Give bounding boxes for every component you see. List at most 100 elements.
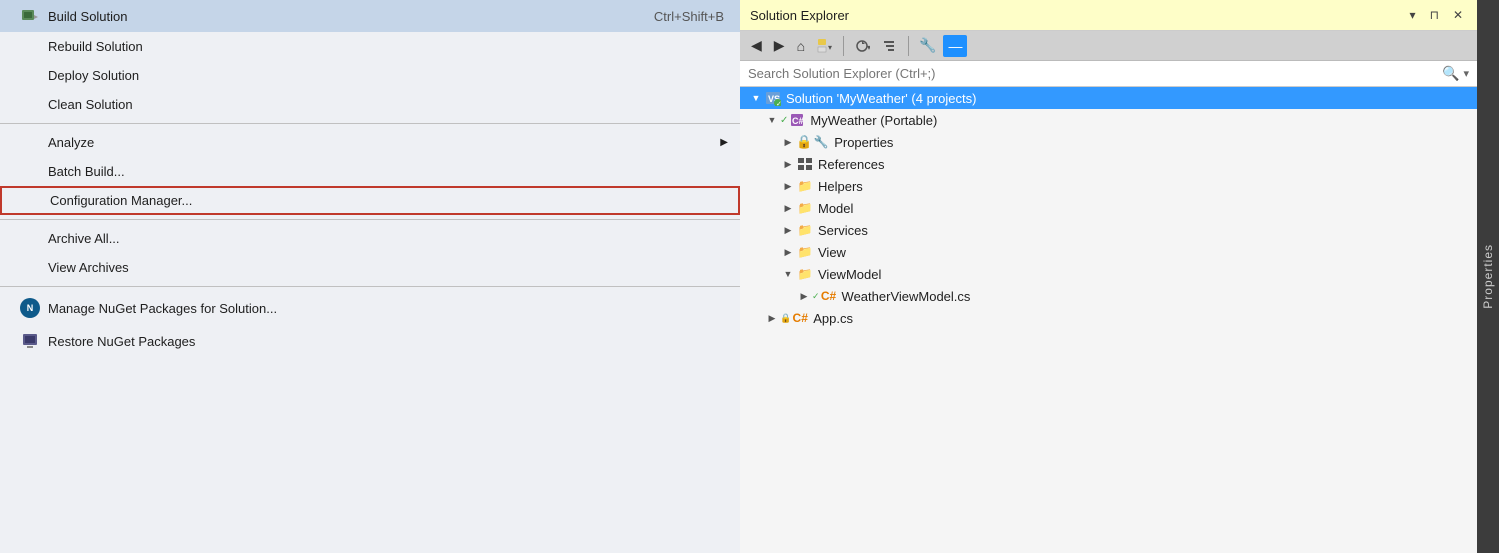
expand-viewmodel-icon[interactable]: ▼ xyxy=(780,266,796,282)
forward-button[interactable]: ▶ xyxy=(769,34,790,57)
lock-app-icon: 🔒 xyxy=(780,313,791,324)
expand-view-icon[interactable]: ▶ xyxy=(780,244,796,260)
properties-label: Properties xyxy=(1481,244,1495,309)
menu-item-clean-solution-label: Clean Solution xyxy=(48,97,724,112)
menu-item-build-solution-label: Build Solution xyxy=(48,9,594,24)
menu-item-restore-nuget-label: Restore NuGet Packages xyxy=(48,334,724,349)
expand-solution-icon[interactable]: ▼ xyxy=(748,90,764,106)
search-input[interactable] xyxy=(748,66,1442,81)
menu-item-manage-nuget-label: Manage NuGet Packages for Solution... xyxy=(48,301,724,316)
csharp-icon: C# xyxy=(788,111,806,129)
expand-weatherviewmodel-icon[interactable]: ▶ xyxy=(796,288,812,304)
tree-item-solution[interactable]: ▼ VS ✓ Solution 'MyWeather' (4 projects) xyxy=(740,87,1477,109)
header-controls: ▾ ⊓ ✕ xyxy=(1406,6,1467,24)
tree-item-myweather-label: MyWeather (Portable) xyxy=(810,113,937,128)
tree-item-services-label: Services xyxy=(818,223,868,238)
menu-item-batch-build[interactable]: Batch Build... xyxy=(0,157,740,186)
solution-icon: VS ✓ xyxy=(764,89,782,107)
menu-item-clean-solution[interactable]: Clean Solution xyxy=(0,90,740,119)
folder-viewmodel-icon: 📁 xyxy=(796,265,814,283)
menu-item-config-manager-label: Configuration Manager... xyxy=(50,193,722,208)
menu-item-analyze-label: Analyze xyxy=(48,135,724,150)
tree-item-model[interactable]: ▶ 📁 Model xyxy=(740,197,1477,219)
menu-item-archive-all[interactable]: Archive All... xyxy=(0,224,740,253)
home-button[interactable]: ⌂ xyxy=(792,35,810,57)
menu-item-deploy-solution[interactable]: Deploy Solution xyxy=(0,61,740,90)
tree-item-viewmodel-label: ViewModel xyxy=(818,267,881,282)
properties-sidebar: Properties xyxy=(1477,0,1499,553)
tree-item-services[interactable]: ▶ 📁 Services xyxy=(740,219,1477,241)
folder-view-icon: 📁 xyxy=(796,243,814,261)
expand-model-icon[interactable]: ▶ xyxy=(780,200,796,216)
tree-item-weatherviewmodel[interactable]: ▶ ✓ C# WeatherViewModel.cs xyxy=(740,285,1477,307)
menu-item-restore-nuget[interactable]: Restore NuGet Packages xyxy=(0,325,740,357)
separator-2 xyxy=(0,219,740,220)
dock-button[interactable]: ⊓ xyxy=(1426,6,1443,24)
cs-file-icon: C# xyxy=(820,287,838,305)
svg-text:▾: ▾ xyxy=(867,43,870,52)
menu-item-view-archives[interactable]: View Archives xyxy=(0,253,740,282)
solution-explorer-toolbar: ◀ ▶ ⌂ ▾ ▾ 🔧 — xyxy=(740,31,1477,61)
toolbar-separator-2 xyxy=(908,36,909,56)
expand-myweather-icon[interactable]: ▼ xyxy=(764,112,780,128)
expand-app-icon[interactable]: ▶ xyxy=(764,310,780,326)
sync-button[interactable]: ▾ xyxy=(849,35,875,57)
expand-properties-icon[interactable]: ▶ xyxy=(780,134,796,150)
menu-item-rebuild-solution-label: Rebuild Solution xyxy=(48,39,724,54)
analyze-arrow-icon: ▶ xyxy=(720,137,728,148)
nuget-icon: N xyxy=(12,298,48,318)
menu-item-configuration-manager[interactable]: Configuration Manager... xyxy=(0,186,740,215)
separator-3 xyxy=(0,286,740,287)
menu-item-analyze[interactable]: Analyze ▶ xyxy=(0,128,740,157)
menu-item-build-solution[interactable]: Build Solution Ctrl+Shift+B xyxy=(0,0,740,32)
menu-item-batch-build-label: Batch Build... xyxy=(48,164,724,179)
solution-explorer-tree: ▼ VS ✓ Solution 'MyWeather' (4 projects)… xyxy=(740,87,1477,553)
menu-item-manage-nuget[interactable]: N Manage NuGet Packages for Solution... xyxy=(0,291,740,325)
tree-item-properties-label: Properties xyxy=(834,135,893,150)
svg-text:✓: ✓ xyxy=(776,101,781,106)
toolbar-separator-1 xyxy=(843,36,844,56)
menu-item-rebuild-solution[interactable]: Rebuild Solution xyxy=(0,32,740,61)
tree-item-view-label: View xyxy=(818,245,846,260)
expand-references-icon[interactable]: ▶ xyxy=(780,156,796,172)
folder-services-icon: 📁 xyxy=(796,221,814,239)
search-options-icon[interactable]: ▾ xyxy=(1463,67,1469,80)
tree-item-helpers[interactable]: ▶ 📁 Helpers xyxy=(740,175,1477,197)
collapse-all-button[interactable] xyxy=(877,35,903,57)
expand-helpers-icon[interactable]: ▶ xyxy=(780,178,796,194)
restore-icon xyxy=(12,332,48,350)
tree-item-properties[interactable]: ▶ 🔒 🔧 Properties xyxy=(740,131,1477,153)
pin-button[interactable]: ▾ xyxy=(1406,6,1420,24)
tree-item-myweather[interactable]: ▼ ✓ C# MyWeather (Portable) xyxy=(740,109,1477,131)
active-button[interactable]: — xyxy=(943,35,967,57)
solution-explorer-title: Solution Explorer xyxy=(750,8,849,23)
lock-icon: 🔒 xyxy=(796,134,812,150)
tree-item-view[interactable]: ▶ 📁 View xyxy=(740,241,1477,263)
build-icon xyxy=(12,7,48,25)
solution-explorer-panel: Solution Explorer ▾ ⊓ ✕ ◀ ▶ ⌂ ▾ ▾ xyxy=(740,0,1477,553)
tree-item-app[interactable]: ▶ 🔒 C# App.cs xyxy=(740,307,1477,329)
tree-item-app-label: App.cs xyxy=(813,311,853,326)
properties-button[interactable]: 🔧 xyxy=(914,34,941,57)
cs-file-app-icon: C# xyxy=(791,309,809,327)
svg-text:C#: C# xyxy=(792,116,804,126)
folder-helpers-icon: 📁 xyxy=(796,177,814,195)
svg-text:▾: ▾ xyxy=(828,43,832,52)
expand-services-icon[interactable]: ▶ xyxy=(780,222,796,238)
properties-icon: 🔧 xyxy=(812,133,830,151)
tree-item-helpers-label: Helpers xyxy=(818,179,863,194)
show-files-button[interactable]: ▾ xyxy=(812,35,838,57)
tree-item-model-label: Model xyxy=(818,201,853,216)
separator-1 xyxy=(0,123,740,124)
tree-item-references[interactable]: ▶ References xyxy=(740,153,1477,175)
tree-item-references-label: References xyxy=(818,157,884,172)
folder-model-icon: 📁 xyxy=(796,199,814,217)
context-menu: Build Solution Ctrl+Shift+B Rebuild Solu… xyxy=(0,0,740,553)
check-myweather-icon: ✓ xyxy=(780,115,788,126)
search-icon: 🔍 xyxy=(1442,65,1459,82)
back-button[interactable]: ◀ xyxy=(746,34,767,57)
references-icon xyxy=(796,155,814,173)
tree-item-viewmodel[interactable]: ▼ 📁 ViewModel xyxy=(740,263,1477,285)
close-button[interactable]: ✕ xyxy=(1449,6,1467,24)
tree-item-weatherviewmodel-label: WeatherViewModel.cs xyxy=(842,289,971,304)
